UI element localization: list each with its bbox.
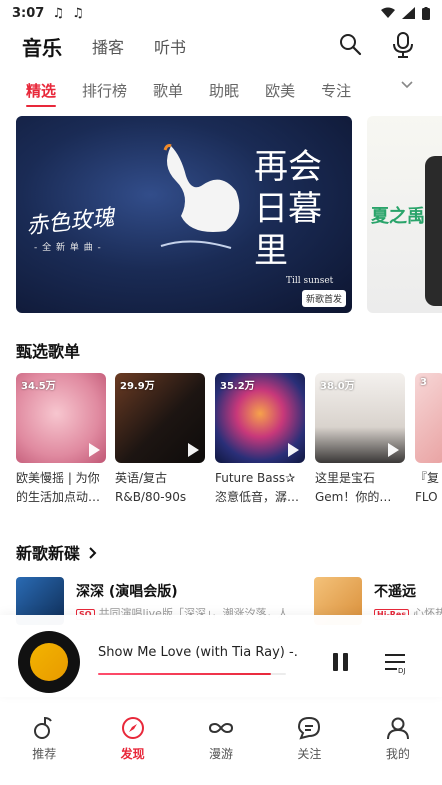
user-icon: [386, 717, 409, 740]
new-release-badge: 新歌首发: [301, 290, 346, 307]
playlist-card[interactable]: 34.5万 欧美慢摇 | 为你的生活加点动…: [16, 373, 106, 507]
secondary-banner[interactable]: 夏之禹: [367, 116, 442, 313]
progress-fill: [98, 673, 271, 675]
nav-label: 关注: [297, 747, 322, 761]
play-icon[interactable]: [388, 443, 399, 457]
new-songs-title[interactable]: 新歌新碟: [16, 540, 98, 564]
tab-music[interactable]: 音乐: [22, 32, 62, 61]
signal-icon: [402, 7, 415, 19]
microphone-icon[interactable]: [392, 32, 414, 58]
playlist-card[interactable]: 35.2万 Future Bass✰恣意低音，潺…: [215, 373, 305, 507]
featured-playlists-title: 甄选歌单: [16, 342, 81, 361]
svg-text:DJ: DJ: [398, 667, 405, 675]
status-bar: 3:07 ♫ ♫: [0, 0, 442, 26]
artist-figure: [425, 156, 442, 306]
play-count: 3: [420, 377, 427, 388]
banner-sunset-text: Till sunset: [286, 276, 334, 286]
playlist-queue-icon[interactable]: DJ: [383, 651, 409, 675]
bottom-nav: 推荐 发现 漫游 关注 我的: [0, 715, 442, 777]
album-disc[interactable]: [18, 631, 80, 693]
pause-button[interactable]: [331, 653, 351, 675]
tab-featured[interactable]: 精选: [26, 80, 57, 107]
song-name: 不遥远: [374, 584, 416, 600]
nav-label: 我的: [385, 747, 410, 761]
playlist-card[interactable]: 38.0万 这里是宝石Gem！你的…: [315, 373, 405, 507]
tab-focus[interactable]: 专注: [321, 80, 351, 101]
banner-left-subtitle: - 全 新 单 曲 -: [34, 243, 102, 253]
tab-podcast[interactable]: 播客: [92, 34, 124, 58]
music-notification-icon: ♫ ♫: [52, 5, 86, 21]
playlist-cover: 38.0万: [315, 373, 405, 463]
album-art: [30, 643, 68, 681]
song-name: 深深 (演唱会版): [76, 584, 178, 600]
nav-mine[interactable]: 我的: [354, 715, 442, 777]
playlist-row: 34.5万 欧美慢摇 | 为你的生活加点动… 29.9万 英语/复古R&B/80…: [16, 373, 442, 513]
playlist-cover: 35.2万: [215, 373, 305, 463]
nav-label: 推荐: [32, 747, 57, 761]
playlist-card[interactable]: 29.9万 英语/复古R&B/80-90s: [115, 373, 205, 507]
banner-left-title: 赤色玫瑰: [25, 205, 116, 240]
secondary-banner-title: 夏之禹: [371, 206, 425, 227]
play-icon[interactable]: [288, 443, 299, 457]
playlist-caption: 这里是宝石Gem！你的…: [315, 471, 392, 504]
tab-playlists[interactable]: 歌单: [153, 80, 183, 101]
chat-bubble-icon: [298, 716, 321, 740]
swan-artwork: [160, 144, 240, 249]
tab-charts[interactable]: 排行榜: [82, 80, 127, 101]
tab-audiobook[interactable]: 听书: [154, 34, 186, 58]
nav-discover[interactable]: 发现: [88, 715, 176, 777]
tab-sleep[interactable]: 助眠: [209, 80, 239, 101]
mini-player[interactable]: Show Me Love (with Tia Ray) -… DJ: [0, 615, 442, 697]
play-icon[interactable]: [89, 443, 100, 457]
hero-banner[interactable]: 赤色玫瑰 - 全 新 单 曲 - 再会日暮里 Till sunset 新歌首发: [16, 116, 352, 313]
compass-icon: [121, 717, 144, 739]
infinity-icon: [209, 722, 234, 734]
playlist-cover: 29.9万: [115, 373, 205, 463]
nav-label: 发现: [120, 747, 145, 761]
new-songs-row: 深深 (演唱会版) SQ共同演唱live版「深深」，潮涨汐落，人 不遥远 Hi-…: [16, 577, 442, 625]
music-note-icon: [34, 716, 53, 739]
playlist-caption: 『复FLO: [415, 471, 440, 504]
battery-icon: [422, 6, 430, 20]
play-count: 38.0万: [320, 381, 355, 392]
playlist-caption: 欧美慢摇 | 为你的生活加点动…: [16, 471, 101, 504]
chevron-right-icon: [88, 547, 97, 559]
nav-roam[interactable]: 漫游: [177, 715, 265, 777]
search-icon[interactable]: [338, 32, 362, 56]
playlist-caption: Future Bass✰恣意低音，潺…: [215, 471, 300, 504]
playlist-caption: 英语/复古R&B/80-90s: [115, 471, 187, 504]
chevron-down-icon[interactable]: [400, 80, 414, 90]
nav-recommend[interactable]: 推荐: [0, 715, 88, 777]
play-count: 29.9万: [120, 381, 155, 392]
wifi-icon: [381, 7, 395, 18]
playlist-card[interactable]: 3 『复FLO: [415, 373, 442, 507]
category-tabs: 精选 排行榜 歌单 助眠 欧美 专注: [0, 72, 442, 108]
play-count: 34.5万: [21, 381, 56, 392]
play-count: 35.2万: [220, 381, 255, 392]
status-time: 3:07: [12, 5, 45, 21]
playlist-cover: 34.5万: [16, 373, 106, 463]
nav-label: 漫游: [209, 747, 234, 761]
playlist-cover: 3: [415, 373, 442, 463]
banner-right-title: 再会日暮里: [254, 147, 322, 271]
nav-follow[interactable]: 关注: [265, 715, 353, 777]
tab-western[interactable]: 欧美: [265, 80, 295, 101]
play-icon[interactable]: [188, 443, 199, 457]
top-nav: 音乐 播客 听书: [0, 26, 442, 66]
now-playing-title: Show Me Love (with Tia Ray) -…: [98, 645, 298, 660]
